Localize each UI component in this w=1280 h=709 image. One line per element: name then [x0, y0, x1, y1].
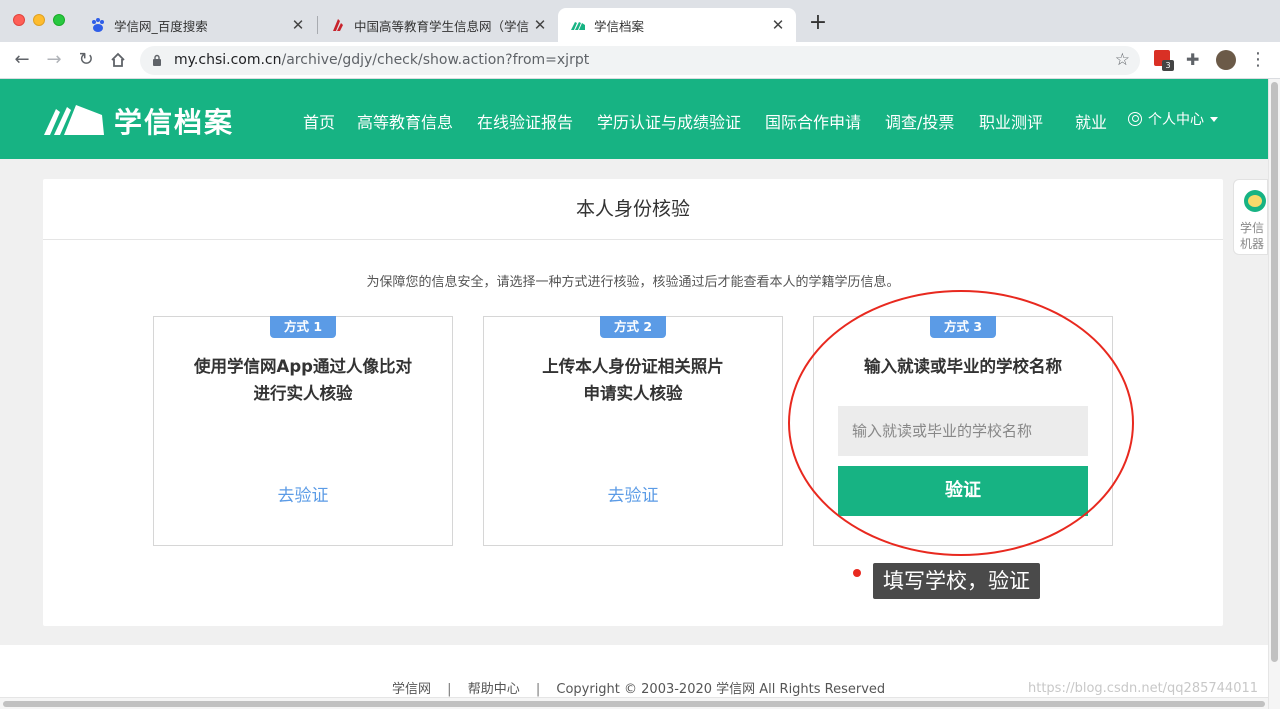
annotation-dot	[853, 569, 861, 577]
url-text: my.chsi.com.cn/archive/gdjy/check/show.a…	[174, 52, 589, 68]
nav-employment[interactable]: 就业	[1075, 109, 1107, 133]
user-icon	[1128, 112, 1142, 126]
method-title-line: 使用学信网App通过人像比对	[194, 357, 412, 376]
method-title: 使用学信网App通过人像比对 进行实人核验	[154, 353, 452, 407]
back-arrow-icon[interactable]: ←	[10, 48, 34, 72]
browser-toolbar: ← → ↻ my.chsi.com.cn/archive/gdjy/check/…	[0, 42, 1280, 79]
xuexin-logo-icon[interactable]	[42, 101, 104, 137]
nav-higher-education-info[interactable]: 高等教育信息	[357, 109, 453, 133]
watermark-text: https://blog.csdn.net/qq285744011	[1028, 681, 1259, 696]
horizontal-scrollbar[interactable]	[0, 697, 1268, 709]
vertical-scrollbar[interactable]	[1268, 79, 1280, 709]
user-center-menu[interactable]: 个人中心	[1128, 109, 1218, 129]
forward-arrow-icon[interactable]: →	[42, 48, 66, 72]
user-center-label: 个人中心	[1148, 112, 1204, 128]
annotation-tooltip: 填写学校，验证	[873, 563, 1040, 599]
puzzle-extensions-icon[interactable]: ✚	[1186, 50, 1206, 70]
robot-assistant-widget[interactable]: 学信 机器	[1233, 179, 1268, 255]
annotation-oval	[788, 290, 1134, 556]
baidu-paw-icon	[92, 18, 104, 32]
logo-text[interactable]: 学信档案	[114, 101, 234, 141]
horizontal-scrollbar-thumb[interactable]	[3, 701, 1265, 707]
vertical-scrollbar-thumb[interactable]	[1271, 82, 1278, 662]
footer-separator: |	[447, 682, 452, 697]
nav-online-verification-report[interactable]: 在线验证报告	[477, 109, 573, 133]
nav-degree-certification[interactable]: 学历认证与成绩验证	[597, 109, 741, 133]
lock-icon	[153, 54, 161, 66]
tab-title: 学信网_百度搜索	[114, 18, 208, 34]
browser-tab-chsi[interactable]: 中国高等教育学生信息网（学信 ✕	[318, 8, 558, 42]
robot-icon	[1244, 190, 1266, 212]
footer-link-help[interactable]: 帮助中心	[468, 682, 520, 697]
url-domain: my.chsi.com.cn	[174, 52, 282, 68]
tab-title: 中国高等教育学生信息网（学信	[354, 18, 530, 34]
browser-tab-active[interactable]: 学信档案 ✕	[558, 8, 796, 42]
footer-links: 学信网 | 帮助中心 | Copyright © 2003-2020 学信网 A…	[392, 678, 897, 697]
bookmark-star-icon[interactable]: ☆	[1115, 50, 1130, 70]
maximize-window-button[interactable]	[53, 14, 65, 26]
footer-copyright: Copyright © 2003-2020 学信网 All Rights Res…	[556, 682, 886, 697]
go-verify-link[interactable]: 去验证	[484, 481, 782, 506]
browser-tab-bar: 学信网_百度搜索 ✕ 中国高等教育学生信息网（学信 ✕ 学信档案 ✕ +	[0, 0, 1280, 42]
close-window-button[interactable]	[13, 14, 25, 26]
chevron-down-icon	[1210, 116, 1218, 122]
nav-survey-vote[interactable]: 调查/投票	[885, 109, 954, 133]
address-bar[interactable]: my.chsi.com.cn/archive/gdjy/check/show.a…	[140, 46, 1140, 75]
close-tab-icon[interactable]: ✕	[288, 16, 308, 34]
xuexin-archive-icon	[571, 22, 585, 30]
more-menu-icon[interactable]: ⋮	[1246, 48, 1270, 72]
intro-text: 为保障您的信息安全，请选择一种方式进行核验，核验通过后才能查看本人的学籍学历信息…	[366, 275, 900, 290]
minimize-window-button[interactable]	[33, 14, 45, 26]
method-title: 上传本人身份证相关照片 申请实人核验	[484, 353, 782, 407]
method-badge: 方式 1	[270, 316, 336, 338]
method-2-card: 方式 2 上传本人身份证相关照片 申请实人核验 去验证	[483, 316, 783, 546]
method-title-line: 进行实人核验	[253, 384, 353, 403]
method-1-card: 方式 1 使用学信网App通过人像比对 进行实人核验 去验证	[153, 316, 453, 546]
extension-badge: 3	[1162, 60, 1174, 71]
profile-avatar[interactable]	[1216, 50, 1236, 70]
new-tab-button[interactable]: +	[806, 12, 830, 36]
close-tab-icon[interactable]: ✕	[768, 16, 788, 34]
browser-tab-baidu[interactable]: 学信网_百度搜索 ✕	[78, 8, 316, 42]
page-title: 本人身份核验	[43, 179, 1223, 240]
nav-international-cooperation[interactable]: 国际合作申请	[765, 109, 861, 133]
reload-icon[interactable]: ↻	[74, 48, 98, 72]
url-path: /archive/gdjy/check/show.action?from=xjr…	[281, 52, 590, 68]
method-badge: 方式 2	[600, 316, 666, 338]
home-icon[interactable]	[106, 48, 130, 72]
method-title-line: 上传本人身份证相关照片	[542, 357, 724, 376]
site-header: 学信档案 首页 高等教育信息 在线验证报告 学历认证与成绩验证 国际合作申请 调…	[0, 79, 1268, 159]
footer-separator: |	[535, 682, 541, 697]
footer-link-xuexin[interactable]: 学信网	[392, 682, 431, 697]
tab-title: 学信档案	[594, 18, 645, 34]
extension-icon[interactable]: 3	[1154, 50, 1174, 71]
nav-career-assessment[interactable]: 职业测评	[979, 109, 1043, 133]
go-verify-link[interactable]: 去验证	[154, 481, 452, 506]
chsi-logo-icon	[333, 19, 343, 31]
method-title-line: 申请实人核验	[583, 384, 683, 403]
close-tab-icon[interactable]: ✕	[530, 16, 550, 34]
nav-home[interactable]: 首页	[303, 109, 335, 133]
